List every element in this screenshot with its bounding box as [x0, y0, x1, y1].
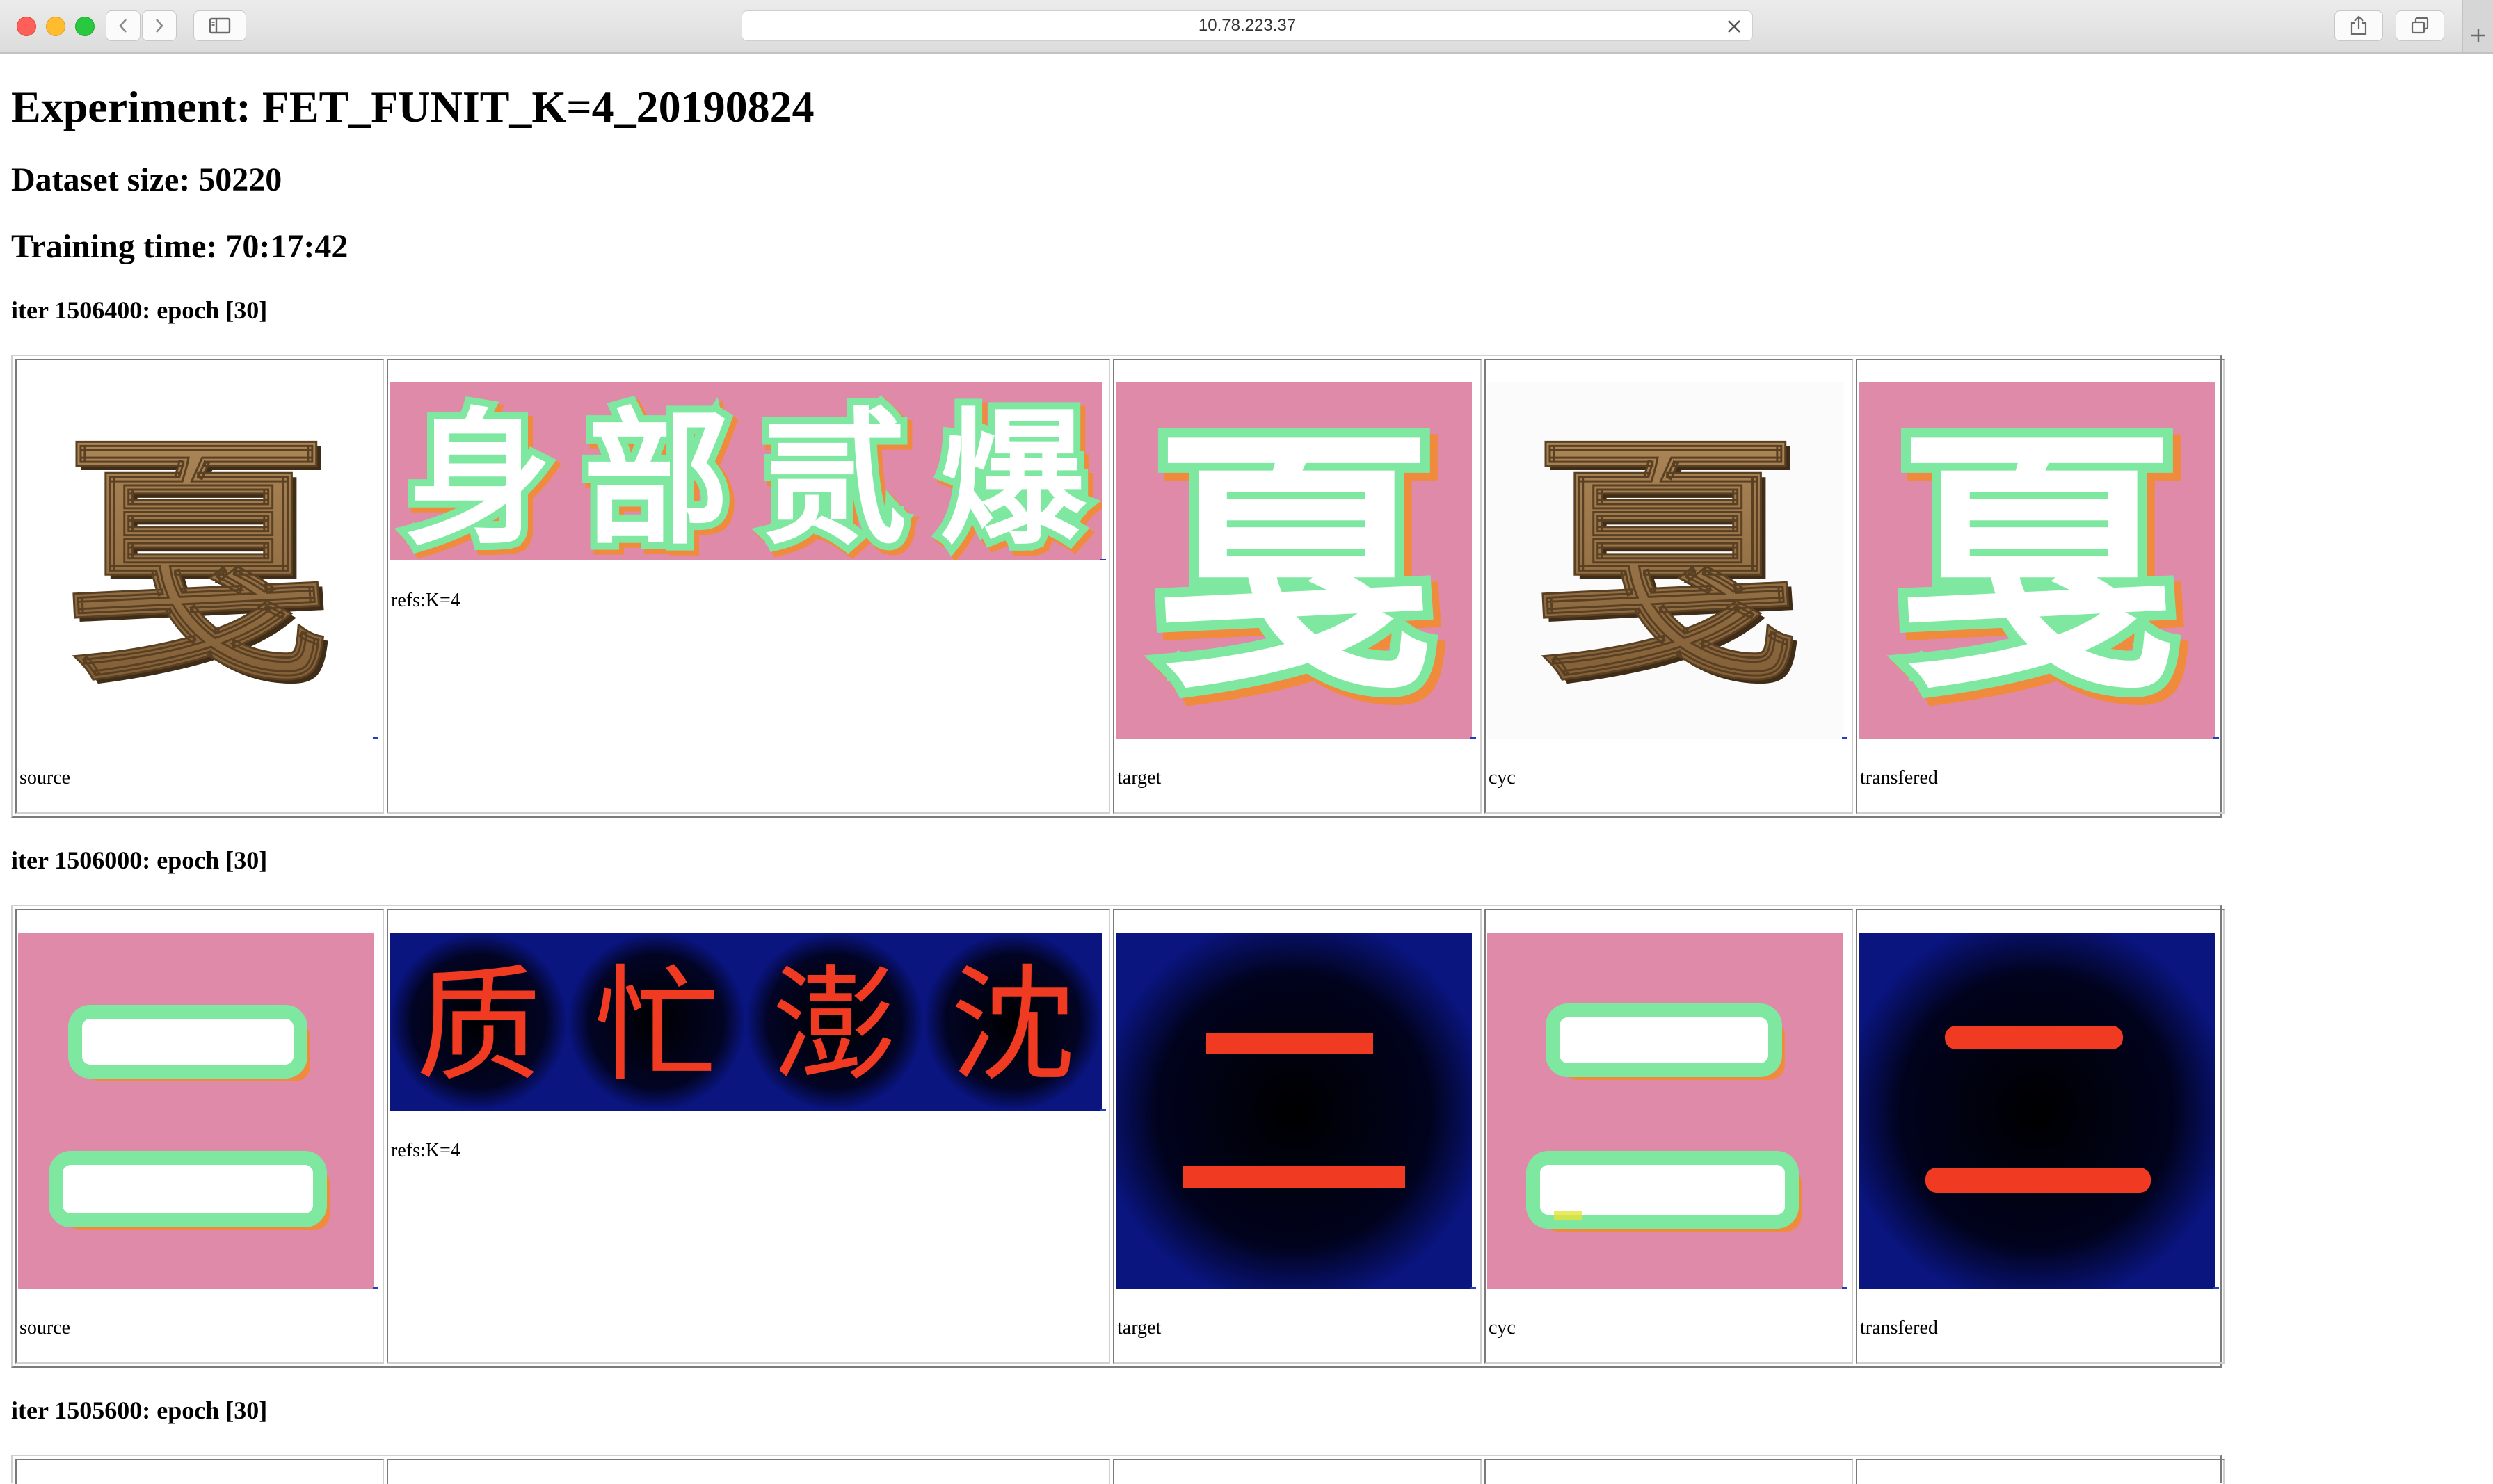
- cyc-cell: cyc: [1484, 909, 1853, 1364]
- ref-glyph: 身: [406, 394, 552, 560]
- target-glyph: 戛: [1155, 403, 1433, 727]
- iteration-result-table: 戛 戛 source 身 身 部 部 贰 贰 爆 爆 refs:K=4 戛 戛 …: [11, 355, 2225, 818]
- refs-cell: 质 忙 澎 沈 refs:K=4: [387, 909, 1110, 1364]
- refs-caption: refs:K=4: [391, 1140, 460, 1161]
- ref-glyph: 贰: [762, 394, 908, 560]
- target-image[interactable]: [1116, 933, 1472, 1289]
- source-image[interactable]: 戛 戛: [18, 382, 374, 739]
- iteration-label: iter 1506400: epoch [30]: [11, 296, 268, 324]
- cyc-caption: cyc: [1489, 1317, 1516, 1339]
- source-cell: [15, 1459, 384, 1484]
- ref-glyph: 沈: [950, 953, 1075, 1099]
- source-caption: source: [19, 1317, 71, 1339]
- transfered-cell: 戛 戛 transfered: [1856, 359, 2225, 814]
- cyc-cell: 戛 戛 cyc: [1484, 359, 1853, 814]
- target-cell: target: [1113, 909, 1482, 1364]
- refs-cell: 身 身 部 部 贰 贰 爆 爆 refs:K=4: [387, 359, 1110, 814]
- iteration-result-table: source 质 忙 澎 沈 refs:K=4 target cyc trans…: [11, 905, 2225, 1368]
- tabs-overview-icon: [2411, 17, 2429, 34]
- forward-button[interactable]: [142, 10, 177, 41]
- transfered-image[interactable]: [1859, 933, 2215, 1289]
- target-image[interactable]: 戛 戛: [1116, 382, 1472, 739]
- cyc-glyph: 戛: [1533, 408, 1797, 716]
- ref-glyph: 部: [584, 394, 730, 560]
- address-bar[interactable]: 10.78.223.37: [742, 10, 1753, 41]
- new-tab-button[interactable]: [2462, 0, 2493, 52]
- refs-image[interactable]: 质 忙 澎 沈: [390, 933, 1102, 1111]
- source-cell: source: [15, 909, 384, 1364]
- training-time-heading: Training time: 70:17:42: [11, 228, 348, 265]
- share-icon: [2350, 15, 2367, 35]
- url-text: 10.78.223.37: [1198, 16, 1297, 35]
- refs-image[interactable]: 身 身 部 部 贰 贰 爆 爆: [390, 382, 1102, 560]
- browser-toolbar: 10.78.223.37: [0, 0, 2493, 54]
- target-cell: [1113, 1459, 1482, 1484]
- back-button[interactable]: [106, 10, 141, 41]
- cyc-caption: cyc: [1489, 767, 1516, 789]
- source-image[interactable]: [18, 933, 374, 1289]
- refs-caption: refs:K=4: [391, 590, 460, 611]
- sidebar-icon: [209, 17, 231, 34]
- source-cell: 戛 戛 source: [15, 359, 384, 814]
- minimize-window-icon[interactable]: [46, 17, 65, 36]
- ref-glyph: 澎: [772, 953, 897, 1099]
- iteration-label: iter 1505600: epoch [30]: [11, 1396, 268, 1424]
- transfered-caption: transfered: [1860, 1317, 1938, 1339]
- source-caption: source: [19, 767, 71, 789]
- iteration-result-table: [11, 1455, 2225, 1484]
- plus-icon: [2471, 29, 2485, 42]
- ref-glyph: 爆: [940, 394, 1087, 560]
- transfered-cell: transfered: [1856, 909, 2225, 1364]
- chevron-right-icon: [156, 19, 163, 33]
- cyc-image[interactable]: 戛 戛: [1487, 382, 1843, 739]
- transfered-caption: transfered: [1860, 767, 1938, 789]
- transfered-glyph: 戛: [1898, 403, 2176, 727]
- close-window-icon[interactable]: [17, 17, 36, 36]
- iteration-label: iter 1506000: epoch [30]: [11, 846, 268, 874]
- dataset-size-heading: Dataset size: 50220: [11, 161, 282, 198]
- transfered-image[interactable]: 戛 戛: [1859, 382, 2215, 739]
- refs-cell: [387, 1459, 1110, 1484]
- cyc-cell: [1484, 1459, 1853, 1484]
- experiment-title: Experiment: FET_FUNIT_K=4_20190824: [11, 82, 815, 131]
- target-caption: target: [1117, 767, 1162, 789]
- share-button[interactable]: [2334, 10, 2383, 41]
- cyc-image[interactable]: [1487, 933, 1843, 1289]
- transfered-cell: [1856, 1459, 2225, 1484]
- target-caption: target: [1117, 1317, 1162, 1339]
- sidebar-toggle-button[interactable]: [193, 10, 246, 41]
- zoom-window-icon[interactable]: [75, 17, 95, 36]
- show-tabs-button[interactable]: [2396, 10, 2444, 41]
- ref-glyph: 忙: [594, 953, 719, 1099]
- chevron-left-icon: [119, 19, 127, 33]
- ref-glyph: 质: [416, 953, 541, 1099]
- target-cell: 戛 戛 target: [1113, 359, 1482, 814]
- clear-url-icon[interactable]: [1726, 18, 1742, 35]
- source-glyph: 戛: [64, 408, 328, 716]
